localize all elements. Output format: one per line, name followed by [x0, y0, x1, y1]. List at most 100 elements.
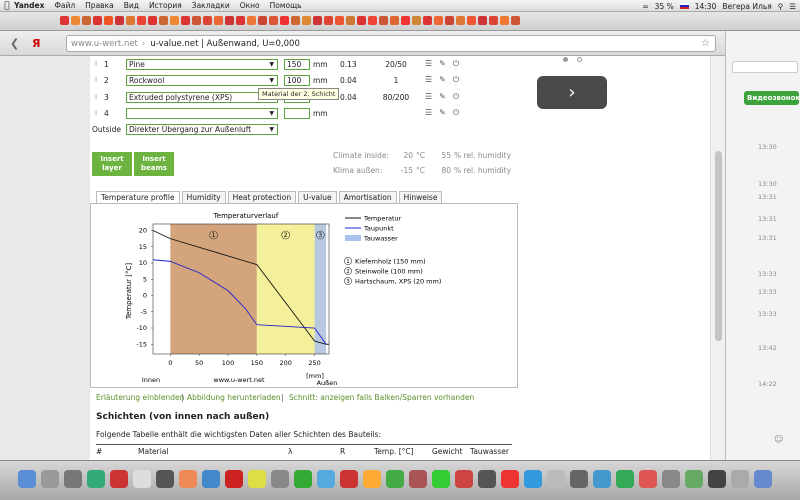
- favicon-icon[interactable]: [126, 16, 135, 25]
- favicon-icon[interactable]: [302, 16, 311, 25]
- sidebar-search-input[interactable]: [732, 61, 798, 73]
- menu-icon[interactable]: ☰: [425, 75, 432, 85]
- dock-app-icon[interactable]: [616, 470, 634, 488]
- drag-handle-icon[interactable]: ⁞⁞: [94, 93, 104, 101]
- address-input[interactable]: www.u-wert.net › u-value.net | Außenwand…: [66, 35, 716, 52]
- dock-app-icon[interactable]: [593, 470, 611, 488]
- wifi-icon[interactable]: ≈: [642, 2, 648, 11]
- favicon-icon[interactable]: [225, 16, 234, 25]
- favicon-icon[interactable]: [500, 16, 509, 25]
- insert-beams-button[interactable]: Insert beams: [134, 152, 174, 176]
- outside-temp[interactable]: -15: [399, 166, 413, 175]
- favicon-icon[interactable]: [423, 16, 432, 25]
- dock-app-icon[interactable]: [478, 470, 496, 488]
- favicon-icon[interactable]: [346, 16, 355, 25]
- dock-app-icon[interactable]: [570, 470, 588, 488]
- favicon-icon[interactable]: [236, 16, 245, 25]
- favicon-icon[interactable]: [203, 16, 212, 25]
- tab-u-value[interactable]: U-value: [298, 191, 337, 203]
- favicon-icon[interactable]: [401, 16, 410, 25]
- favicon-icon[interactable]: [71, 16, 80, 25]
- favicon-icon[interactable]: [82, 16, 91, 25]
- video-call-button[interactable]: Видеозвонок: [744, 91, 800, 105]
- tab-amortisation[interactable]: Amortisation: [338, 191, 397, 203]
- menu-window[interactable]: Окно: [240, 1, 260, 10]
- favicon-icon[interactable]: [137, 16, 146, 25]
- dock-app-icon[interactable]: [294, 470, 312, 488]
- favicon-icon[interactable]: [467, 16, 476, 25]
- explain-link[interactable]: Erläuterung einblenden: [96, 393, 184, 402]
- dock-app-icon[interactable]: [639, 470, 657, 488]
- tab-temperature-profile[interactable]: Temperature profile: [96, 191, 180, 203]
- flag-icon[interactable]: [679, 3, 689, 9]
- dock-app-icon[interactable]: [685, 470, 703, 488]
- dock-app-icon[interactable]: [87, 470, 105, 488]
- thickness-input[interactable]: [284, 107, 310, 119]
- favicon-icon[interactable]: [456, 16, 465, 25]
- menu-icon[interactable]: ☰: [425, 92, 432, 102]
- app-menu[interactable]: Yandex: [14, 1, 44, 10]
- back-icon[interactable]: ❮: [10, 37, 19, 50]
- favicon-icon[interactable]: [357, 16, 366, 25]
- favicon-icon[interactable]: [445, 16, 454, 25]
- tab-humidity[interactable]: Humidity: [181, 191, 226, 203]
- pencil-icon[interactable]: ✎: [439, 59, 446, 69]
- favicon-icon[interactable]: [335, 16, 344, 25]
- dock-app-icon[interactable]: [340, 470, 358, 488]
- favicon-icon[interactable]: [291, 16, 300, 25]
- dock-app-icon[interactable]: [708, 470, 726, 488]
- thickness-input[interactable]: 100: [284, 74, 310, 86]
- favicon-icon[interactable]: [313, 16, 322, 25]
- dock-app-icon[interactable]: [64, 470, 82, 488]
- dock-app-icon[interactable]: [754, 470, 772, 488]
- dock-app-icon[interactable]: [501, 470, 519, 488]
- menu-bookmarks[interactable]: Закладки: [192, 1, 230, 10]
- dock-app-icon[interactable]: [179, 470, 197, 488]
- drag-handle-icon[interactable]: ⁞⁞: [94, 109, 104, 117]
- power-icon[interactable]: ⏻: [453, 108, 459, 118]
- menu-edit[interactable]: Правка: [85, 1, 114, 10]
- dock-app-icon[interactable]: [133, 470, 151, 488]
- drag-handle-icon[interactable]: ⁞⁞: [94, 76, 104, 84]
- favicon-icon[interactable]: [115, 16, 124, 25]
- favicon-icon[interactable]: [489, 16, 498, 25]
- dock-app-icon[interactable]: [225, 470, 243, 488]
- inside-temp[interactable]: 20: [399, 151, 413, 160]
- ad-next-button[interactable]: ›: [537, 76, 607, 109]
- favicon-icon[interactable]: [478, 16, 487, 25]
- yandex-logo[interactable]: Я: [32, 37, 40, 50]
- dock-app-icon[interactable]: [18, 470, 36, 488]
- dock-app-icon[interactable]: [409, 470, 427, 488]
- star-icon[interactable]: ☆: [701, 38, 710, 49]
- pencil-icon[interactable]: ✎: [439, 108, 446, 118]
- apple-icon[interactable]: : [0, 1, 14, 11]
- dock-app-icon[interactable]: [731, 470, 749, 488]
- material-select[interactable]: Pine ▼: [126, 58, 278, 70]
- dock-app-icon[interactable]: [156, 470, 174, 488]
- power-icon[interactable]: ⏻: [453, 75, 459, 85]
- menu-icon[interactable]: ☰: [425, 108, 432, 118]
- thickness-input[interactable]: 150: [284, 58, 310, 70]
- favicon-icon[interactable]: [379, 16, 388, 25]
- favicon-icon[interactable]: [60, 16, 69, 25]
- dock-app-icon[interactable]: [386, 470, 404, 488]
- search-icon[interactable]: ⚲: [778, 2, 784, 11]
- dock-app-icon[interactable]: [524, 470, 542, 488]
- favicon-icon[interactable]: [104, 16, 113, 25]
- dock-app-icon[interactable]: [41, 470, 59, 488]
- outside-humidity[interactable]: 80: [437, 166, 451, 175]
- menu-view[interactable]: Вид: [124, 1, 139, 10]
- tab-hinweise[interactable]: Hinweise: [398, 191, 443, 203]
- favicon-icon[interactable]: [258, 16, 267, 25]
- drag-handle-icon[interactable]: ⁞⁞: [94, 60, 104, 68]
- favicon-icon[interactable]: [159, 16, 168, 25]
- favicon-icon[interactable]: [324, 16, 333, 25]
- pencil-icon[interactable]: ✎: [439, 92, 446, 102]
- menu-help[interactable]: Помощь: [270, 1, 302, 10]
- clock[interactable]: 14:30: [695, 2, 717, 11]
- list-icon[interactable]: ☰: [789, 2, 796, 11]
- dock-app-icon[interactable]: [662, 470, 680, 488]
- menu-history[interactable]: История: [149, 1, 182, 10]
- favicon-icon[interactable]: [368, 16, 377, 25]
- cut-link[interactable]: Schnitt: anzeigen falls Balken/Sparren v…: [289, 393, 474, 402]
